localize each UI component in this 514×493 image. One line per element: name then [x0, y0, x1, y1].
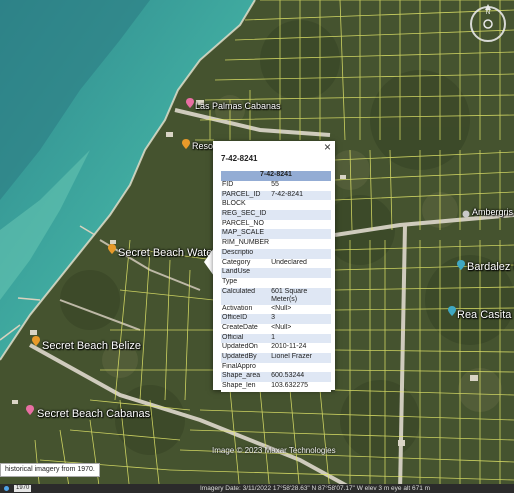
status-text: Imagery Date: 3/11/2022 17°58'28.63" N 8…: [200, 485, 431, 492]
attribute-key: MAP_SCALE: [221, 229, 271, 240]
attribute-value: <Null>: [270, 323, 331, 334]
attribute-key: Descriptio: [221, 248, 271, 259]
attribute-key: RIM_NUMBER: [221, 239, 271, 249]
pink-pin-icon[interactable]: [186, 95, 194, 113]
attribute-key: Type: [221, 277, 271, 288]
attribute-key: REG_SEC_ID: [221, 210, 271, 220]
attribute-row: MAP_SCALE: [221, 229, 331, 240]
attribute-row: Shape_len 103.632275: [221, 382, 331, 392]
attribute-value: 2010-11-24: [270, 343, 331, 353]
attribute-value: 103.632275: [270, 382, 331, 392]
attribute-value: [270, 200, 331, 211]
attribute-value: [270, 219, 331, 230]
imagery-credit: Image © 2023 Maxar Technologies: [212, 446, 336, 455]
attribute-key: Category: [221, 258, 271, 269]
attribute-row: PARCEL_NO: [221, 219, 331, 230]
orange-pin-icon[interactable]: [182, 136, 190, 154]
attribute-value: [270, 248, 331, 259]
attribute-value: 7-42-8241: [270, 190, 331, 201]
orange-pin-icon[interactable]: [108, 241, 116, 259]
historical-imagery-note: historical imagery from 1970.: [0, 463, 100, 477]
attribute-value: [270, 362, 331, 373]
place-label[interactable]: Las Palmas Cabanas: [195, 101, 281, 111]
attribute-key: LandUse: [221, 268, 271, 278]
attribute-key: BLOCK: [221, 200, 271, 211]
attribute-row: PARCEL_ID 7-42-8241: [221, 190, 331, 201]
attribute-key: Shape_area: [221, 372, 271, 383]
attribute-value: [270, 210, 331, 220]
attribute-row: CreateDate <Null>: [221, 323, 331, 334]
place-label[interactable]: Secret Beach Belize: [42, 340, 141, 352]
attribute-value: 601 Square Meter(s): [270, 287, 331, 305]
status-bar: 1970 Imagery Date: 3/11/2022 17°58'28.63…: [0, 484, 514, 493]
attribute-row: OfficeID 3: [221, 314, 331, 324]
attribute-key: PARCEL_NO: [221, 219, 271, 230]
attribute-row: Category Undeclared: [221, 258, 331, 269]
map-view[interactable]: Las Palmas Cabanas Resort Secret Beach W…: [0, 0, 514, 493]
svg-text:N: N: [486, 10, 490, 16]
attribute-key: OfficeID: [221, 314, 271, 324]
attribute-table-header: 7-42-8241: [221, 171, 331, 181]
attribute-value: 1: [270, 333, 331, 344]
attribute-row: UpdatedOn 2010-11-24: [221, 343, 331, 353]
attribute-row: FinalAppro: [221, 362, 331, 373]
attribute-value: 600.53244: [270, 372, 331, 383]
place-label[interactable]: Rea Casita 3: [457, 309, 514, 321]
attribute-row: Activation <Null>: [221, 304, 331, 315]
historical-imagery-icon[interactable]: [4, 486, 9, 491]
attribute-row: Descriptio: [221, 248, 331, 259]
attribute-row: LandUse: [221, 268, 331, 278]
popup-title: 7-42-8241: [221, 154, 258, 163]
attribute-row: FID 55: [221, 181, 331, 191]
attribute-row: RIM_NUMBER: [221, 239, 331, 249]
attribute-key: FinalAppro: [221, 362, 271, 373]
compass-icon[interactable]: N: [468, 4, 508, 44]
attribute-row: Calculated 601 Square Meter(s): [221, 287, 331, 305]
attribute-key: Official: [221, 333, 271, 344]
attribute-value: Lionel Frazer: [270, 353, 331, 363]
place-label[interactable]: Bardalez Prop: [467, 261, 514, 273]
attribute-row: Shape_area 600.53244: [221, 372, 331, 383]
attribute-value: Undeclared: [270, 258, 331, 269]
attribute-row: Official 1: [221, 333, 331, 344]
attribute-row: REG_SEC_ID: [221, 210, 331, 220]
location-pin-icon[interactable]: [462, 205, 470, 223]
attribute-key: Shape_len: [221, 382, 271, 392]
pink-pin-icon[interactable]: [26, 402, 34, 420]
place-label[interactable]: Secret Beach Cabanas: [37, 408, 150, 420]
close-icon[interactable]: ×: [324, 141, 331, 153]
attribute-row: Type: [221, 277, 331, 288]
attribute-key: UpdatedBy: [221, 353, 271, 363]
attribute-value: 3: [270, 314, 331, 324]
attribute-table: 7-42-8241 FID 55 PARCEL_ID 7-42-8241 BLOCK RE…: [221, 171, 331, 392]
history-year-button[interactable]: 1970: [14, 485, 32, 492]
attribute-row: BLOCK: [221, 200, 331, 211]
attribute-key: UpdatedOn: [221, 343, 271, 353]
teal-pin-icon[interactable]: [457, 257, 465, 275]
attribute-key: Calculated: [221, 287, 271, 305]
place-label[interactable]: Ambergris Isl: [472, 207, 514, 217]
attribute-value: [270, 229, 331, 240]
teal-pin-icon[interactable]: [448, 303, 456, 321]
parcel-info-popup: × 7-42-8241 7-42-8241 FID 55 PARCEL_ID 7-42…: [213, 141, 335, 392]
attribute-value: 55: [270, 181, 331, 191]
attribute-key: PARCEL_ID: [221, 190, 271, 201]
attribute-value: [270, 268, 331, 278]
attribute-value: [270, 277, 331, 288]
attribute-row: UpdatedBy Lionel Frazer: [221, 353, 331, 363]
orange-pin-icon[interactable]: [32, 333, 40, 351]
attribute-key: CreateDate: [221, 323, 271, 334]
attribute-value: [270, 239, 331, 249]
attribute-value: <Null>: [270, 304, 331, 315]
attribute-key: Activation: [221, 304, 271, 315]
attribute-key: FID: [221, 181, 271, 191]
